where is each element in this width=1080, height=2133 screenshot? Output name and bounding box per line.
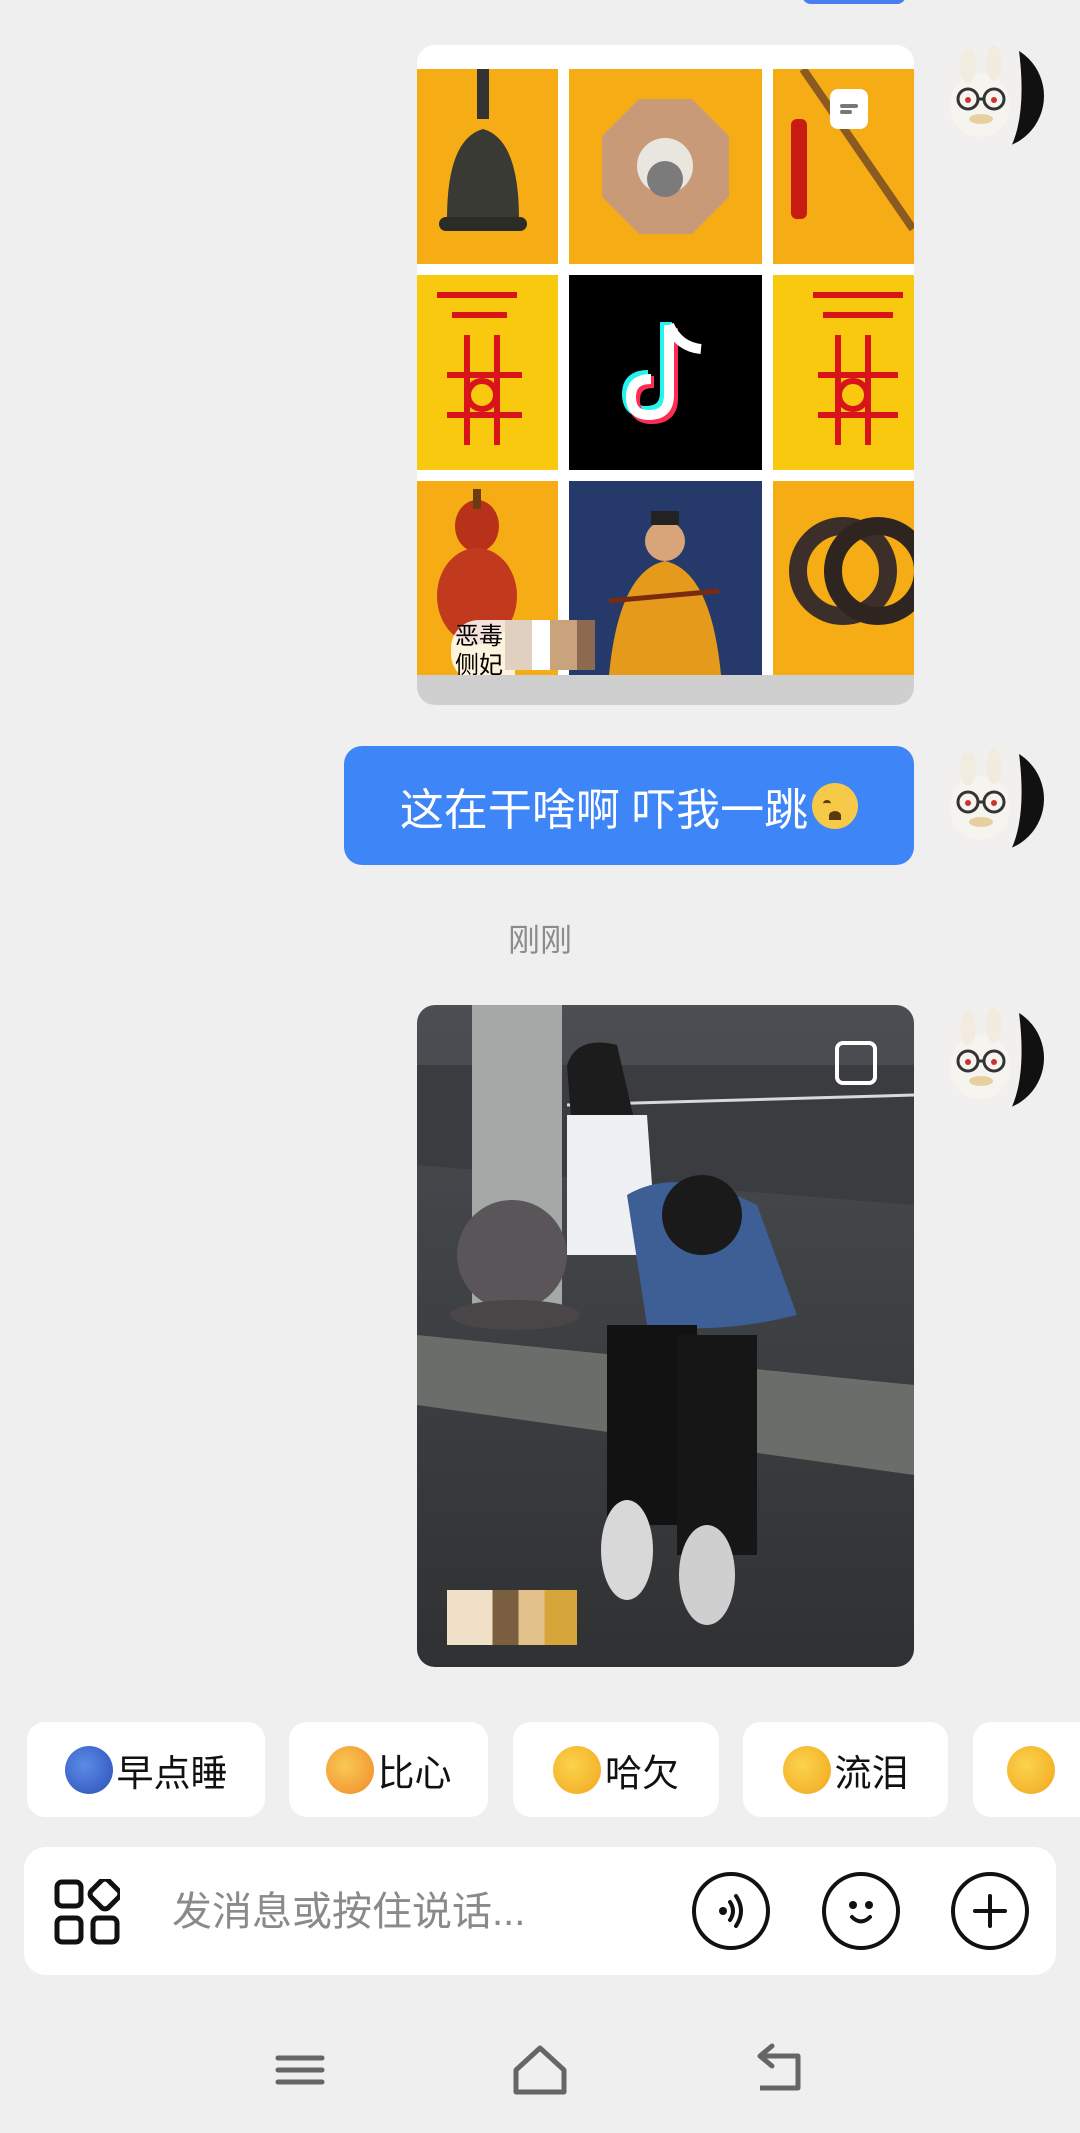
crying-emoji-icon (812, 782, 859, 829)
card-footer (417, 675, 914, 705)
image-grid (417, 45, 914, 675)
message-input-bar (24, 1847, 1056, 1975)
timestamp: 刚刚 (0, 915, 1080, 961)
smiley-icon (849, 1901, 873, 1924)
more-button[interactable] (951, 1872, 1029, 1950)
chip-label: 早点睡 (116, 1752, 228, 1794)
voice-button[interactable] (692, 1872, 770, 1950)
message-input[interactable] (170, 1877, 694, 1947)
apps-grid-icon[interactable] (54, 1879, 120, 1945)
quick-reply-chip[interactable]: 流泪 (743, 1722, 948, 1817)
yawn-emoji-icon (553, 1745, 601, 1794)
pleading-emoji-icon (1007, 1745, 1055, 1794)
emoji-button[interactable] (822, 1872, 900, 1950)
quick-reply-chip[interactable]: 比心 (289, 1722, 488, 1817)
note-tag-icon (830, 89, 868, 129)
quick-reply-chip[interactable]: 早点睡 (27, 1722, 265, 1817)
tiktok-logo-icon (569, 275, 762, 470)
voice-icon (719, 1894, 743, 1928)
iron-rings-image (773, 481, 914, 675)
message-text: 这在干啥啊 吓我一跳 (399, 785, 809, 835)
bunny-avatar-icon (938, 43, 1044, 149)
talisman-image (417, 275, 558, 470)
multi-image-icon (835, 1041, 877, 1085)
system-navigation-bar (0, 2020, 1080, 2120)
sender-avatar[interactable] (938, 1005, 1044, 1111)
quick-reply-chip[interactable] (973, 1722, 1080, 1817)
shared-video-card[interactable]: 恶毒侧妃 (417, 45, 914, 705)
sender-avatar[interactable] (938, 746, 1044, 852)
crying-emoji-icon (782, 1745, 831, 1794)
bagua-mirror-image (569, 69, 762, 264)
sender-avatar[interactable] (938, 43, 1044, 149)
menu-icon[interactable] (270, 2040, 330, 2100)
shared-photo-card[interactable] (417, 1005, 914, 1667)
chip-label: 哈欠 (605, 1752, 679, 1794)
bunny-avatar-icon (938, 1005, 1044, 1111)
blurred-watermark (447, 1590, 577, 1645)
chip-label: 比心 (377, 1752, 452, 1794)
street-photo-image (417, 1005, 914, 1667)
home-icon[interactable] (510, 2040, 570, 2100)
blurred-watermark (505, 620, 595, 670)
talisman-image (773, 275, 914, 470)
chip-label: 流泪 (834, 1752, 909, 1794)
taoist-priest-image (569, 481, 762, 675)
sword-tassel-image (773, 69, 914, 264)
bell-image (417, 69, 558, 264)
quick-reply-bar: 早点睡 比心 哈欠 流泪 (0, 1722, 1080, 1817)
previous-bubble-edge (802, 0, 906, 4)
back-icon[interactable] (750, 2040, 810, 2100)
timestamp-text: 刚刚 (507, 922, 572, 958)
quick-reply-chip[interactable]: 哈欠 (513, 1722, 719, 1817)
message-bubble[interactable]: 这在干啥啊 吓我一跳 (344, 746, 914, 865)
bunny-avatar-icon (938, 746, 1044, 852)
plus-icon (973, 1894, 1007, 1928)
heart-hands-emoji-icon (325, 1745, 374, 1794)
sleepy-moon-emoji-icon (64, 1745, 113, 1794)
